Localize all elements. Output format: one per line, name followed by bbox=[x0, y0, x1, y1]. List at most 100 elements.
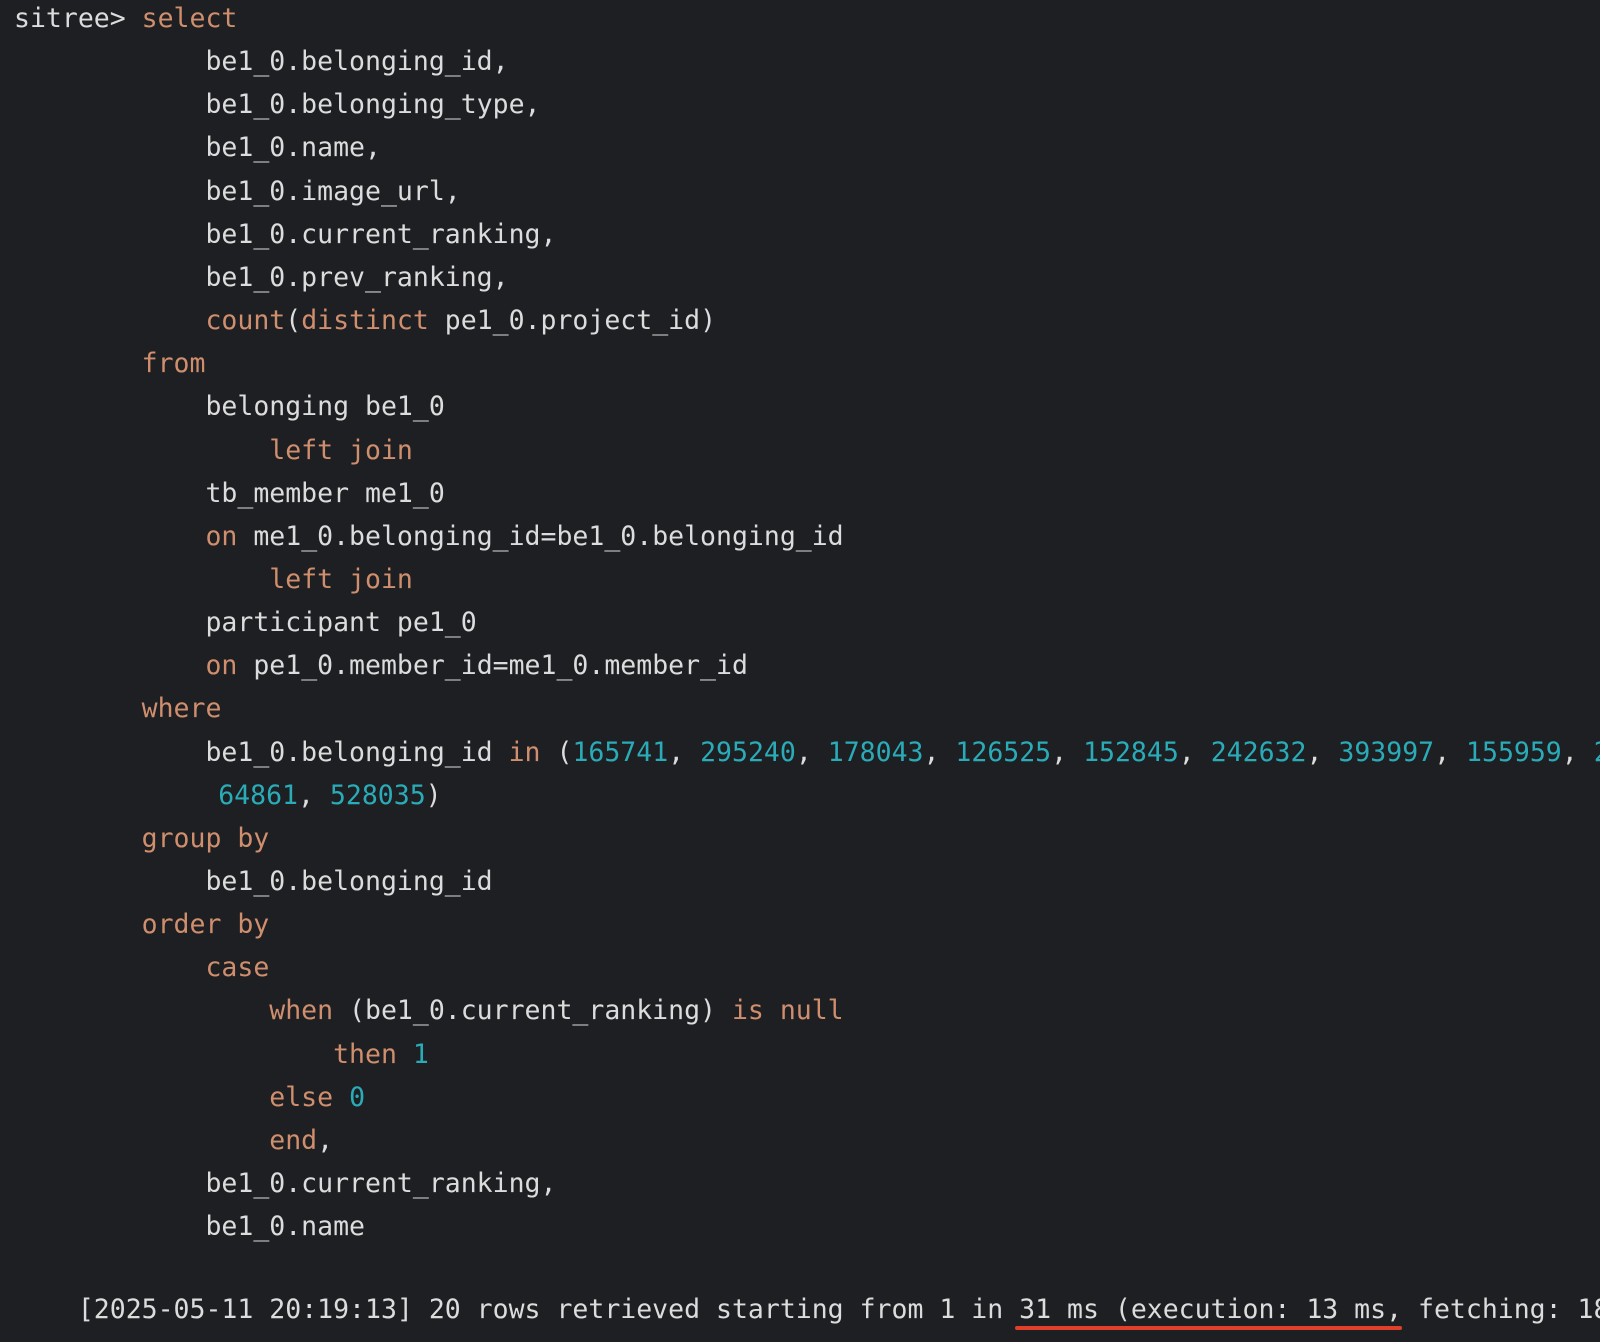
status-text-prefix: [2025-05-11 20:19:13] 20 rows retrieved … bbox=[77, 1294, 1020, 1326]
query-line: end, bbox=[269, 1121, 333, 1161]
query-line: where bbox=[142, 689, 222, 729]
timing-highlighted-text: 31 ms (execution: 13 ms, bbox=[1019, 1294, 1403, 1326]
sql-keyword: distinct bbox=[301, 305, 429, 337]
sql-keyword: select bbox=[141, 3, 238, 34]
code-text: , bbox=[1051, 736, 1084, 768]
sql-keyword: end bbox=[269, 1124, 318, 1156]
number-literal: 152845 bbox=[1083, 736, 1179, 768]
query-line: be1_0.belonging_type, bbox=[205, 85, 540, 125]
timing-underline-annotation bbox=[1015, 1326, 1403, 1331]
code-text: , bbox=[1178, 736, 1211, 768]
query-console-output: sitree> select be1_0.belonging_id, be1_0.b… bbox=[14, 0, 1600, 1342]
sql-keyword: count bbox=[205, 305, 286, 337]
number-literal: 178043 bbox=[827, 736, 924, 768]
number-literal: 126525 bbox=[955, 736, 1052, 768]
sql-keyword: in bbox=[508, 736, 541, 768]
number-literal: 0 bbox=[349, 1081, 366, 1113]
code-text: be1_0.belonging_type, bbox=[205, 89, 541, 121]
query-line: be1_0.name, bbox=[205, 128, 381, 168]
query-line: then 1 bbox=[333, 1035, 429, 1075]
number-literal: 528035 bbox=[329, 779, 426, 811]
code-text: be1_0.belonging_id, bbox=[205, 46, 509, 78]
sql-keyword: left join bbox=[269, 563, 413, 595]
code-text: be1_0.current_ranking, bbox=[205, 1168, 557, 1200]
code-text: be1_0.image_url, bbox=[205, 175, 461, 207]
sql-keyword: when bbox=[269, 995, 334, 1027]
query-line: be1_0.belonging_id in (165741, 295240, 1… bbox=[205, 733, 1600, 773]
number-literal: 155959 bbox=[1466, 736, 1562, 768]
query-line: be1_0.current_ranking, bbox=[205, 1164, 556, 1204]
code-text: , bbox=[923, 736, 956, 768]
number-literal: 393997 bbox=[1338, 736, 1435, 768]
query-line: count(distinct pe1_0.project_id) bbox=[205, 301, 716, 341]
query-line: sitree> select bbox=[14, 0, 237, 39]
query-line: tb_member me1_0 bbox=[205, 474, 444, 514]
code-text: , bbox=[1434, 736, 1467, 768]
code-text: tb_member me1_0 bbox=[205, 477, 445, 509]
status-text-suffix: fetching: 18 ms) bbox=[1418, 1294, 1600, 1326]
number-literal: 289 bbox=[1594, 737, 1600, 768]
sql-keyword: order by bbox=[141, 909, 270, 941]
code-text: participant pe1_0 bbox=[205, 607, 477, 639]
code-text: be1_0.belonging_id bbox=[205, 866, 493, 897]
sql-keyword: then bbox=[333, 1038, 397, 1070]
sql-keyword: is null bbox=[731, 995, 844, 1027]
number-literal: 242632 bbox=[1210, 736, 1307, 768]
query-line: be1_0.current_ranking, bbox=[205, 215, 556, 255]
query-line: be1_0.belonging_id bbox=[205, 862, 492, 902]
query-line: be1_0.image_url, bbox=[205, 172, 460, 212]
code-text: pe1_0.project_id) bbox=[428, 305, 717, 337]
query-line: belonging be1_0 bbox=[205, 387, 444, 427]
code-text: be1_0.name bbox=[205, 1211, 365, 1243]
sql-keyword: left join bbox=[269, 434, 413, 466]
code-text: , bbox=[298, 779, 330, 811]
query-line: left join bbox=[269, 431, 413, 471]
sql-keyword: group by bbox=[141, 822, 270, 854]
query-line: else 0 bbox=[269, 1078, 365, 1118]
query-line: 64861, 528035) bbox=[218, 776, 441, 816]
code-text: be1_0.name, bbox=[205, 132, 381, 164]
query-result-status: [2025-05-11 20:19:13] 20 rows retrieved … bbox=[14, 1250, 1600, 1325]
code-text: me1_0.belonging_id=be1_0.belonging_id bbox=[237, 520, 844, 552]
query-line: when (be1_0.current_ranking) is null bbox=[269, 991, 843, 1031]
code-text: , bbox=[1306, 736, 1339, 768]
query-line: from bbox=[142, 344, 206, 384]
query-line: participant pe1_0 bbox=[205, 603, 476, 643]
code-text: , bbox=[1561, 736, 1594, 768]
sql-keyword: from bbox=[141, 348, 206, 380]
number-literal: 295240 bbox=[700, 736, 796, 768]
code-text: belonging be1_0 bbox=[205, 391, 445, 423]
code-text: ( bbox=[285, 305, 302, 337]
sql-keyword: on bbox=[205, 650, 238, 682]
code-text: be1_0.current_ranking, bbox=[205, 218, 557, 250]
query-line: order by bbox=[142, 905, 270, 945]
query-line: be1_0.prev_ranking, bbox=[205, 258, 508, 298]
sql-keyword: else bbox=[269, 1081, 334, 1113]
sql-keyword: where bbox=[141, 693, 222, 725]
code-text: pe1_0.member_id=me1_0.member_id bbox=[237, 650, 748, 682]
console-prompt: sitree> bbox=[14, 3, 142, 34]
query-line: be1_0.belonging_id, bbox=[205, 42, 508, 82]
code-text: be1_0.prev_ranking, bbox=[205, 261, 509, 293]
code-text: ( bbox=[540, 736, 573, 768]
query-line: left join bbox=[269, 560, 413, 600]
code-text: , bbox=[317, 1124, 334, 1156]
number-literal: 165741 bbox=[572, 736, 669, 768]
code-text: , bbox=[668, 736, 701, 768]
code-text: , bbox=[795, 736, 828, 768]
database-console: { "console": { "prompt": "sitree>", "hig… bbox=[0, 0, 1600, 1342]
code-text: be1_0.belonging_id bbox=[205, 736, 509, 768]
code-text: ) bbox=[425, 779, 442, 811]
query-line: case bbox=[205, 948, 269, 988]
sql-keyword: on bbox=[205, 520, 238, 552]
query-line: group by bbox=[142, 819, 270, 859]
number-literal: 64861 bbox=[218, 779, 298, 811]
query-line: on pe1_0.member_id=me1_0.member_id bbox=[205, 646, 747, 686]
number-literal: 1 bbox=[412, 1038, 429, 1070]
query-line: be1_0.name bbox=[205, 1207, 365, 1247]
query-line: on me1_0.belonging_id=be1_0.belonging_id bbox=[205, 517, 843, 557]
sql-keyword: case bbox=[205, 952, 270, 984]
code-text: (be1_0.current_ranking) bbox=[333, 995, 732, 1027]
